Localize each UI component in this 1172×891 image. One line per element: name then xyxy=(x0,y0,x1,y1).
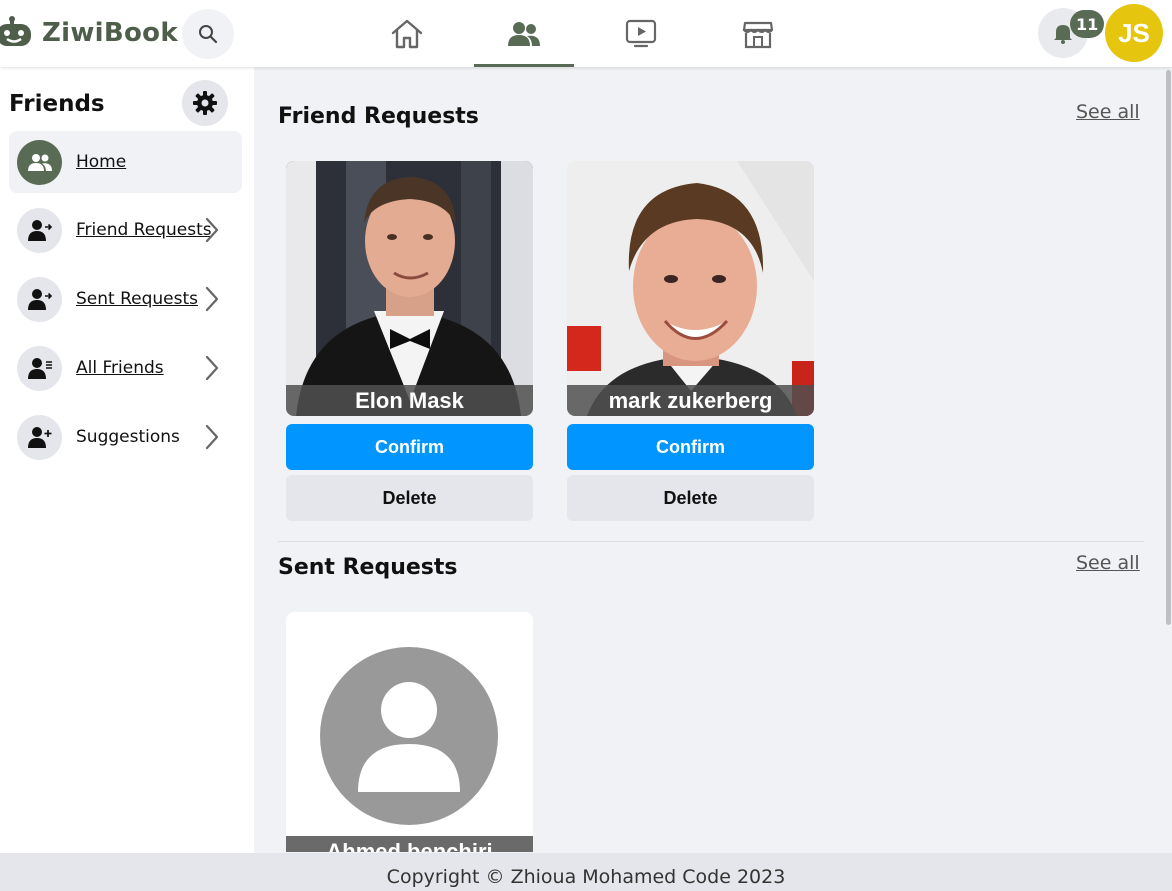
nav-tab-watch[interactable] xyxy=(591,0,691,67)
confirm-button[interactable]: Confirm xyxy=(286,424,533,470)
chevron-right-icon xyxy=(205,217,219,243)
store-icon xyxy=(742,21,774,48)
profile-photo[interactable] xyxy=(286,161,533,416)
nav-tab-home[interactable] xyxy=(357,0,457,67)
nav-tab-friends[interactable] xyxy=(474,0,574,67)
search-button[interactable] xyxy=(182,9,234,59)
notification-badge: 11 xyxy=(1070,10,1105,38)
friend-name: Elon Mask xyxy=(286,385,533,416)
sidebar-item-label: Home xyxy=(76,152,127,172)
friend-request-card: mark zukerberg Confirm Delete xyxy=(567,161,814,521)
sidebar-item-label: Friend Requests xyxy=(76,220,212,240)
friend-name: mark zukerberg xyxy=(567,385,814,416)
sidebar-item-friend-requests[interactable]: Friend Requests xyxy=(9,199,242,261)
top-navigation-bar: ZiwiBook 11 JS xyxy=(0,0,1172,67)
sent-request-icon xyxy=(17,276,62,322)
see-all-sent-requests-link[interactable]: See all xyxy=(1076,552,1140,574)
nav-tab-marketplace[interactable] xyxy=(708,0,808,67)
confirm-button[interactable]: Confirm xyxy=(567,424,814,470)
gear-icon xyxy=(193,91,217,115)
sent-requests-heading: Sent Requests xyxy=(278,555,458,580)
chevron-right-icon xyxy=(205,355,219,381)
sidebar-title: Friends xyxy=(9,91,105,117)
video-icon xyxy=(625,19,657,47)
brand[interactable]: ZiwiBook xyxy=(0,12,178,54)
settings-button[interactable] xyxy=(182,80,228,126)
sidebar-item-home[interactable]: Home xyxy=(9,131,242,193)
delete-button[interactable]: Delete xyxy=(567,475,814,521)
sidebar-item-sent-requests[interactable]: Sent Requests xyxy=(9,268,242,330)
friend-request-icon xyxy=(17,207,62,253)
footer: Copyright © Zhioua Mohamed Code 2023 xyxy=(0,853,1172,891)
logo-icon xyxy=(0,16,31,46)
friend-list-icon xyxy=(17,345,62,391)
sidebar-item-all-friends[interactable]: All Friends xyxy=(9,337,242,399)
sidebar-item-label: Suggestions xyxy=(76,427,180,447)
scrollbar-thumb[interactable] xyxy=(1166,70,1171,625)
user-avatar[interactable]: JS xyxy=(1105,4,1163,62)
friend-name: Ahmed benchiri xyxy=(286,836,533,852)
see-all-friend-requests-link[interactable]: See all xyxy=(1076,101,1140,123)
default-avatar-icon[interactable] xyxy=(286,612,533,836)
home-icon xyxy=(391,19,423,48)
sidebar-item-label: All Friends xyxy=(76,358,164,378)
sidebar-item-label: Sent Requests xyxy=(76,289,199,309)
friends-icon xyxy=(17,139,62,185)
section-divider xyxy=(278,541,1144,542)
delete-button[interactable]: Delete xyxy=(286,475,533,521)
sent-request-card: Ahmed benchiri xyxy=(286,612,533,852)
sidebar-item-suggestions[interactable]: Suggestions xyxy=(9,406,242,468)
friend-requests-heading: Friend Requests xyxy=(278,104,479,129)
chevron-right-icon xyxy=(205,286,219,312)
friend-request-card: Elon Mask Confirm Delete xyxy=(286,161,533,521)
profile-photo[interactable] xyxy=(567,161,814,416)
search-icon xyxy=(199,25,218,44)
friends-icon xyxy=(508,21,540,46)
sidebar: Friends Home Friend Requests Sent Reques… xyxy=(0,67,254,853)
chevron-right-icon xyxy=(205,424,219,450)
app-name: ZiwiBook xyxy=(42,18,178,48)
add-friend-icon xyxy=(17,414,62,460)
